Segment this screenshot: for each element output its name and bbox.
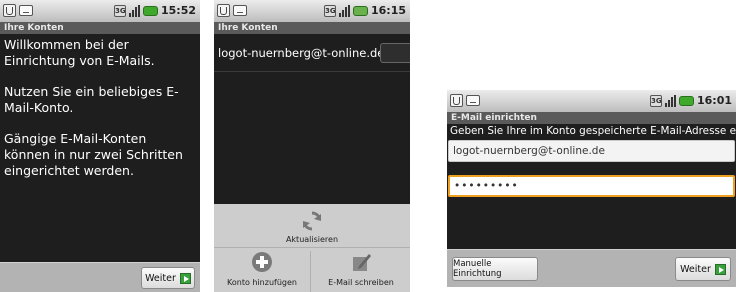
add-account-menu-item[interactable]: Konto hinzufügen (214, 251, 311, 292)
status-time: 16:15 (370, 4, 406, 17)
network-icon: 3G (323, 4, 336, 17)
status-bar: 3G 15:52 (0, 0, 200, 22)
screen-title: E-Mail einrichten (447, 112, 736, 124)
manual-setup-label: Manuelle Einrichtung (453, 259, 502, 279)
usb-icon (217, 4, 230, 17)
compose-icon (353, 254, 371, 271)
network-icon: 3G (113, 4, 126, 17)
mail-icon (466, 95, 480, 106)
battery-icon (678, 95, 694, 106)
arrow-right-icon (714, 263, 726, 275)
network-icon: 3G (649, 94, 662, 107)
options-menu: Aktualisieren Konto hinzufügen E-Mail sc… (214, 204, 410, 292)
next-button[interactable]: Weiter (141, 267, 195, 289)
screen-email-setup: 3G 16:01 E-Mail einrichten Geben Sie Ihr… (447, 90, 736, 287)
signal-icon (338, 4, 350, 17)
next-button-label: Weiter (145, 272, 176, 284)
bottom-bar: Weiter (0, 262, 200, 292)
refresh-icon (303, 211, 321, 231)
signal-icon (128, 4, 140, 17)
screen-title: Ihre Konten (0, 22, 200, 34)
screen-welcome: 3G 15:52 Ihre Konten Willkommen bei der … (0, 0, 200, 292)
email-field[interactable]: logot-nuernberg@t-online.de (448, 140, 735, 162)
account-email: logot-nuernberg@t-online.de (218, 46, 385, 60)
add-account-label: Konto hinzufügen (227, 278, 297, 287)
instruction-text: Geben Sie Ihre im Konto gespeicherte E-M… (450, 125, 736, 137)
battery-icon (352, 5, 368, 16)
screen-accounts: 3G 16:15 Ihre Konten logot-nuernberg@t-o… (214, 0, 410, 292)
usb-icon (450, 94, 463, 107)
welcome-text: Willkommen bei der Einrichtung von E-Mai… (4, 37, 155, 68)
mail-icon (19, 5, 33, 16)
status-time: 16:01 (696, 94, 732, 107)
usb-icon (3, 4, 16, 17)
battery-icon (142, 5, 158, 16)
any-account-text: Nutzen Sie ein beliebiges E-Mail-Konto. (4, 84, 179, 115)
screen-title: Ihre Konten (214, 22, 410, 34)
compose-menu-item[interactable]: E-Mail schreiben (312, 251, 410, 292)
next-button[interactable]: Weiter (675, 257, 731, 281)
next-button-label: Weiter (680, 263, 711, 275)
refresh-label: Aktualisieren (285, 235, 339, 244)
password-field[interactable]: ••••••••• (448, 175, 735, 197)
compose-label: E-Mail schreiben (328, 278, 394, 287)
status-time: 15:52 (160, 4, 196, 17)
add-icon (252, 252, 272, 272)
signal-icon (664, 94, 676, 107)
manual-setup-button[interactable]: Manuelle Einrichtung (452, 257, 538, 281)
unread-count-box (380, 43, 410, 63)
account-row[interactable]: logot-nuernberg@t-online.de (214, 36, 410, 72)
status-bar: 3G 16:01 (447, 90, 736, 112)
status-bar: 3G 16:15 (214, 0, 410, 22)
mail-icon (233, 5, 247, 16)
refresh-menu-item[interactable]: Aktualisieren (214, 210, 410, 248)
arrow-right-icon (179, 272, 191, 284)
two-steps-text: Gängige E-Mail-Konten können in nur zwei… (4, 131, 183, 178)
bottom-bar: Manuelle Einrichtung Weiter (447, 249, 736, 287)
